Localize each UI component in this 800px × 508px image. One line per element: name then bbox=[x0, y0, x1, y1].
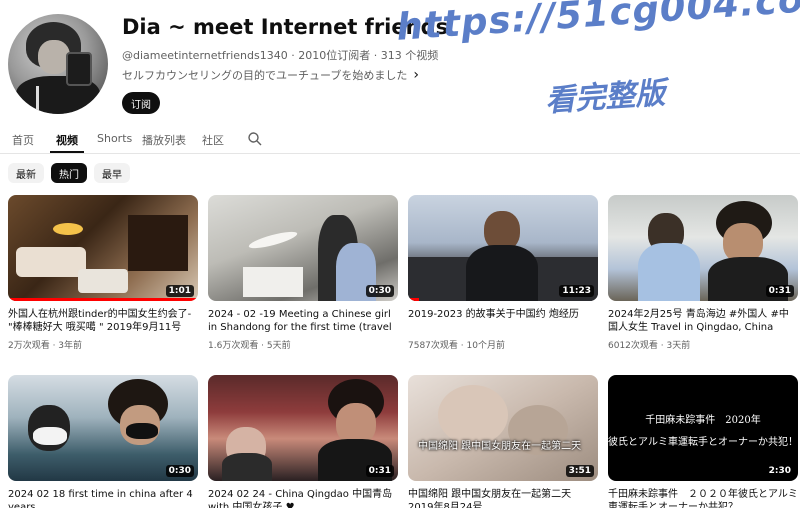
video-title[interactable]: 中国绵阳 跟中国女朋友在一起第二天 2019年8月24号 bbox=[408, 488, 598, 508]
video-thumbnail[interactable]: 千田麻未踪事件 2020年 彼氏とアルミ車運転手とオーナーか共犯！ 2:30 bbox=[608, 375, 798, 481]
video-title[interactable]: 2019-2023 的故事关于中国约 炮经历 bbox=[408, 308, 598, 321]
video-title[interactable]: 2024 - 02 -19 Meeting a Chinese girl in … bbox=[208, 308, 398, 334]
video-duration: 11:23 bbox=[559, 285, 594, 297]
tab-videos[interactable]: 视频 bbox=[56, 132, 78, 148]
chip-oldest[interactable]: 最早 bbox=[94, 163, 130, 183]
sort-chips: 最新 热门 最早 bbox=[8, 163, 130, 185]
channel-description-text: セルフカウンセリングの目的でユーチューブを始めました bbox=[122, 69, 408, 82]
tab-shorts[interactable]: Shorts bbox=[97, 132, 132, 145]
active-tab-indicator bbox=[50, 151, 84, 153]
video-thumbnail[interactable]: 0:30 bbox=[208, 195, 398, 301]
channel-avatar[interactable] bbox=[8, 14, 108, 114]
channel-meta: @diameetinternetfriends1340 · 2010位订阅者 ·… bbox=[122, 49, 439, 62]
video-thumbnail[interactable]: 11:23 bbox=[408, 195, 598, 301]
video-duration: 1:01 bbox=[165, 285, 194, 297]
video-duration: 0:31 bbox=[765, 285, 794, 297]
video-title[interactable]: 2024年2月25号 青岛海边 #外国人 #中国人女生 Travel in Qi… bbox=[608, 308, 798, 334]
video-title[interactable]: 2024 02 18 first time in china after 4 y… bbox=[8, 488, 198, 508]
video-thumbnail[interactable]: 0:30 bbox=[8, 375, 198, 481]
video-thumbnail[interactable]: 0:31 bbox=[608, 195, 798, 301]
video-thumbnail[interactable]: 1:01 bbox=[8, 195, 198, 301]
video-meta: 1.6万次观看 · 5天前 bbox=[208, 341, 291, 351]
video-thumbnail[interactable]: 中国绵阳 跟中国女朋友在一起第二天 3:51 bbox=[408, 375, 598, 481]
video-title[interactable]: 外国人在杭州跟tinder的中国女生约会了-"棒棒糖好大 哦买噶 " 2019年… bbox=[8, 308, 198, 334]
chip-popular[interactable]: 热门 bbox=[51, 163, 87, 183]
channel-description[interactable]: セルフカウンセリングの目的でユーチューブを始めました › bbox=[122, 67, 419, 83]
video-duration: 2:30 bbox=[765, 465, 794, 477]
watch-progress bbox=[408, 298, 420, 301]
video-duration: 0:30 bbox=[165, 465, 194, 477]
video-duration: 3:51 bbox=[565, 465, 594, 477]
video-duration: 0:31 bbox=[365, 465, 394, 477]
watch-progress bbox=[8, 298, 198, 301]
video-title[interactable]: 2024 02 24 - China Qingdao 中国青岛 with 中国女… bbox=[208, 488, 398, 508]
video-thumbnail[interactable]: 0:31 bbox=[208, 375, 398, 481]
tab-community[interactable]: 社区 bbox=[202, 132, 224, 148]
watermark-caption: 看完整版 bbox=[544, 75, 667, 120]
tab-home[interactable]: 首页 bbox=[12, 132, 34, 148]
video-meta: 7587次观看 · 10个月前 bbox=[408, 341, 505, 351]
thumbnail-text-line: 彼氏とアルミ車運転手とオーナーか共犯！ bbox=[608, 437, 798, 448]
subscribe-button[interactable]: 订阅 bbox=[122, 92, 160, 114]
search-icon[interactable] bbox=[247, 131, 263, 147]
video-title[interactable]: 千田麻未踪事件 ２０２０年彼氏とアルミ車運転手とオーナーか共犯？ bbox=[608, 488, 798, 508]
watermark-overlay: https://51cg004.com 看完整版 bbox=[395, 0, 800, 136]
video-meta: 2万次观看 · 3年前 bbox=[8, 341, 83, 351]
tab-playlists[interactable]: 播放列表 bbox=[142, 132, 186, 148]
video-meta: 6012次观看 · 3天前 bbox=[608, 341, 691, 351]
chip-latest[interactable]: 最新 bbox=[8, 163, 44, 183]
watermark-url: https://51cg004.com bbox=[395, 0, 800, 49]
thumbnail-text-line: 千田麻未踪事件 2020年 bbox=[645, 415, 761, 426]
channel-tabs: 首页 视频 Shorts 播放列表 社区 bbox=[0, 126, 800, 154]
video-duration: 0:30 bbox=[365, 285, 394, 297]
thumbnail-caption: 中国绵阳 跟中国女朋友在一起第二天 bbox=[418, 441, 582, 452]
